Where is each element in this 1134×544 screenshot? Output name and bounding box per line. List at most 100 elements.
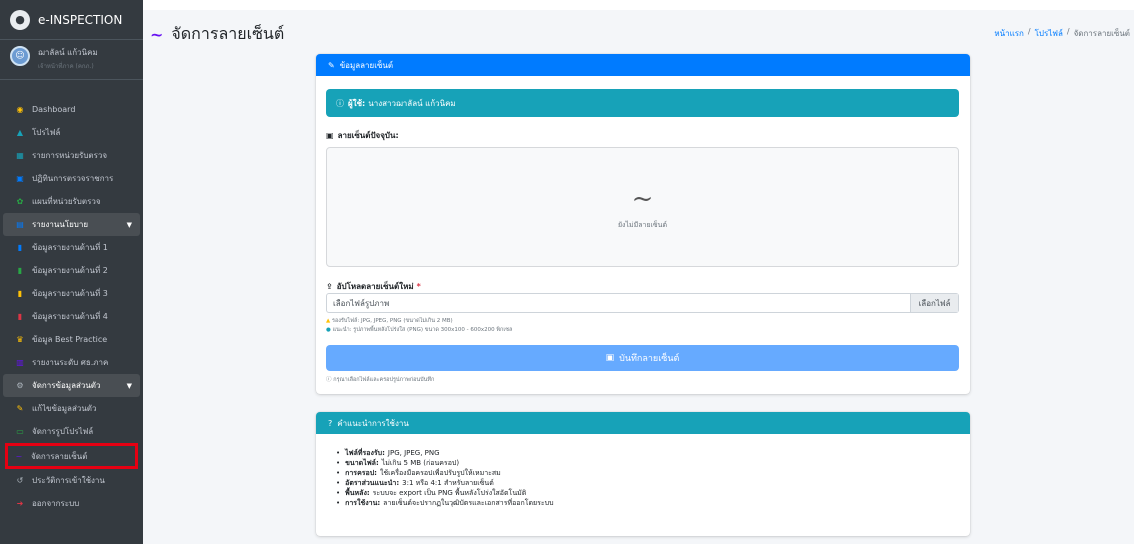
lightbulb-icon: ● — [326, 327, 331, 333]
sidebar-nav: ◉ Dashboard ▲ โปรไฟล์ ▦ รายการหน่วยรับตร… — [0, 98, 143, 515]
sidebar-item-report-2[interactable]: ▮ ข้อมูลรายงานด้านที่ 2 — [3, 259, 140, 282]
list-item: การใช้งาน:ลายเซ็นต์จะปรากฏในวุฒิบัตรและเ… — [336, 498, 554, 508]
user-info-alert: ⓘ ผู้ใช้: นางสาวฌาลัลน์ แก้วนิคม — [326, 89, 959, 117]
upload-icon: ⇪ — [326, 282, 333, 291]
page-title: ~ จัดการลายเซ็นต์ — [150, 22, 284, 47]
file-format-hint: ▲ รองรับไฟล์: JPG, JPEG, PNG (ขนาดไม่เกิ… — [326, 317, 453, 325]
sidebar-item-inspection-units[interactable]: ▦ รายการหน่วยรับตรวจ — [3, 144, 140, 167]
sidebar-item-label: ข้อมูลรายงานด้านที่ 3 — [32, 289, 108, 298]
user-role: เจ้าหน้าที่ภาค (คกภ.) — [38, 63, 94, 70]
image-icon: ▣ — [326, 131, 334, 140]
sidebar-item-label: ออกจากระบบ — [32, 499, 80, 508]
signature-card: ✎ ข้อมูลลายเซ็นต์ ⓘ ผู้ใช้: นางสาวฌาลัลน… — [316, 54, 970, 394]
brand-logo-icon: ● — [10, 9, 30, 30]
avatar: ☺ — [10, 46, 30, 66]
user-icon: ▲ — [16, 128, 24, 137]
sidebar-item-report-3[interactable]: ▮ ข้อมูลรายงานด้านที่ 3 — [3, 282, 140, 305]
signature-card-title: ข้อมูลลายเซ็นต์ — [339, 60, 394, 70]
browse-file-button[interactable]: เลือกไฟล์ — [910, 294, 958, 312]
sidebar-item-label: ประวัติการเข้าใช้งาน — [32, 476, 105, 485]
brand[interactable]: ● e-INSPECTION — [0, 0, 143, 40]
empty-signature-text: ยังไม่มีลายเซ็นต์ — [617, 220, 668, 229]
breadcrumb-home-link[interactable]: หน้าแรก — [994, 27, 1024, 40]
instruction-value: JPG, JPEG, PNG — [387, 449, 440, 457]
sidebar-item-login-history[interactable]: ↺ ประวัติการเข้าใช้งาน — [3, 469, 140, 492]
map-icon: ✿ — [16, 197, 24, 206]
file-format-hint-text: รองรับไฟล์: JPG, JPEG, PNG (ขนาดไม่เกิน … — [331, 318, 453, 324]
signature-icon: ~ — [631, 183, 654, 214]
sidebar-item-label: ปฏิทินการตรวจราชการ — [32, 174, 114, 183]
signature-file-input[interactable]: เลือกไฟล์รูปภาพ เลือกไฟล์ — [326, 293, 959, 313]
instructions-card-title: คำแนะนำการใช้งาน — [337, 418, 409, 428]
signature-preview: ~ ยังไม่มีลายเซ็นต์ — [326, 147, 959, 267]
save-hint: ⓘ กรุณาเลือกไฟล์และครอปรูปภาพก่อนบันทึก — [326, 375, 434, 384]
current-signature-label: ▣ ลายเซ็นต์ปัจจุบัน: — [326, 129, 399, 142]
sidebar-item-report-4[interactable]: ▮ ข้อมูลรายงานด้านที่ 4 — [3, 305, 140, 328]
sidebar-item-label: รายงานนโยบาย — [32, 220, 89, 229]
chart-icon: ▥ — [16, 358, 24, 367]
sidebar-item-signature[interactable]: ~ จัดการลายเซ็นต์ — [5, 443, 138, 469]
report-icon: ▤ — [16, 220, 24, 229]
save-hint-text: กรุณาเลือกไฟล์และครอปรูปภาพก่อนบันทึก — [333, 377, 435, 383]
sidebar-item-profile-picture[interactable]: ▭ จัดการรูปโปรไฟล์ — [3, 420, 140, 443]
sidebar-item-label: จัดการรูปโปรไฟล์ — [32, 427, 94, 436]
sidebar-item-dashboard[interactable]: ◉ Dashboard — [3, 98, 140, 121]
instruction-value: ลายเซ็นต์จะปรากฏในวุฒิบัตรและเอกสารที่ออ… — [383, 498, 554, 507]
user-edit-icon: ✎ — [16, 404, 24, 413]
sidebar-item-report-1[interactable]: ▮ ข้อมูลรายงานด้านที่ 1 — [3, 236, 140, 259]
user-panel[interactable]: ☺ ฌาลัลน์ แก้วนิคม เจ้าหน้าที่ภาค (คกภ.) — [0, 40, 143, 80]
sidebar-item-label: ข้อมูลรายงานด้านที่ 1 — [32, 243, 108, 252]
current-signature-label-text: ลายเซ็นต์ปัจจุบัน: — [337, 131, 399, 140]
signature-card-header: ✎ ข้อมูลลายเซ็นต์ — [316, 54, 970, 76]
calendar-icon: ▣ — [16, 174, 24, 183]
sidebar-item-map[interactable]: ✿ แผนที่หน่วยรับตรวจ — [3, 190, 140, 213]
chevron-down-icon: ▼ — [126, 220, 132, 229]
breadcrumb-current: จัดการลายเซ็นต์ — [1073, 29, 1130, 38]
breadcrumb-profile-link[interactable]: โปรไฟล์ — [1035, 27, 1063, 40]
image-icon: ▭ — [16, 427, 24, 436]
pen-icon: ✎ — [328, 60, 335, 70]
sidebar-item-label: รายการหน่วยรับตรวจ — [32, 151, 108, 160]
history-icon: ↺ — [16, 476, 24, 485]
sidebar-item-logout[interactable]: ➜ ออกจากระบบ — [3, 492, 140, 515]
dashboard-icon: ◉ — [16, 105, 24, 114]
save-icon: ▣ — [605, 353, 615, 363]
save-signature-button-label: บันทึกลายเซ็นต์ — [619, 354, 680, 364]
list-item: ขนาดไฟล์:ไม่เกิน 5 MB (ก่อนครอป) — [336, 458, 554, 468]
instruction-key: การใช้งาน: — [345, 498, 381, 507]
sidebar-item-personal-data[interactable]: ⚙ จัดการข้อมูลส่วนตัว ▼ — [3, 374, 140, 397]
logout-icon: ➜ — [16, 499, 24, 508]
sidebar-item-label: Dashboard — [32, 105, 76, 114]
sidebar-item-calendar[interactable]: ▣ ปฏิทินการตรวจราชการ — [3, 167, 140, 190]
sidebar-item-best-practice[interactable]: ♛ ข้อมูล Best Practice — [3, 328, 140, 351]
sidebar-item-label: โปรไฟล์ — [32, 128, 61, 137]
recommend-hint-text: แนะนำ: รูปภาพพื้นหลังโปร่งใส (PNG) ขนาด … — [332, 327, 513, 333]
list-item: การครอป:ใช้เครื่องมือครอปเพื่อปรับรูปให้… — [336, 468, 554, 478]
sidebar-item-label: จัดการข้อมูลส่วนตัว — [32, 381, 101, 390]
instructions-card: ? คำแนะนำการใช้งาน ไฟล์ที่รองรับ:JPG, JP… — [316, 412, 970, 536]
user-name: ฌาลัลน์ แก้วนิคม — [38, 48, 98, 57]
table-icon: ▦ — [16, 151, 24, 160]
sidebar: ● e-INSPECTION ☺ ฌาลัลน์ แก้วนิคม เจ้าหน… — [0, 0, 143, 544]
recommend-hint: ● แนะนำ: รูปภาพพื้นหลังโปร่งใส (PNG) ขนา… — [326, 326, 512, 334]
breadcrumb: หน้าแรก / โปรไฟล์ / จัดการลายเซ็นต์ — [994, 27, 1130, 40]
sidebar-item-policy-report[interactable]: ▤ รายงานนโยบาย ▼ — [3, 213, 140, 236]
info-circle-icon: ⓘ — [336, 98, 344, 108]
breadcrumb-separator: / — [1066, 27, 1070, 36]
file-icon: ▮ — [17, 289, 23, 298]
brand-text: e-INSPECTION — [38, 12, 123, 27]
sidebar-item-label: ข้อมูลรายงานด้านที่ 2 — [32, 266, 108, 275]
sidebar-item-regional-report[interactable]: ▥ รายงานระดับ ศธ.ภาค — [3, 351, 140, 374]
user-value: นางสาวฌาลัลน์ แก้วนิคม — [368, 98, 456, 108]
sidebar-item-edit-profile[interactable]: ✎ แก้ไขข้อมูลส่วนตัว — [3, 397, 140, 420]
save-signature-button[interactable]: ▣ บันทึกลายเซ็นต์ — [326, 345, 959, 371]
instructions-card-header: ? คำแนะนำการใช้งาน — [316, 412, 970, 434]
signature-icon: ~ — [15, 451, 23, 461]
sidebar-item-label: ข้อมูลรายงานด้านที่ 4 — [32, 312, 108, 321]
sidebar-item-profile[interactable]: ▲ โปรไฟล์ — [3, 121, 140, 144]
award-icon: ♛ — [16, 335, 24, 344]
file-input-placeholder[interactable]: เลือกไฟล์รูปภาพ — [327, 294, 910, 312]
top-navbar — [143, 0, 1134, 10]
breadcrumb-separator: / — [1027, 27, 1031, 36]
file-icon: ▮ — [17, 266, 23, 275]
